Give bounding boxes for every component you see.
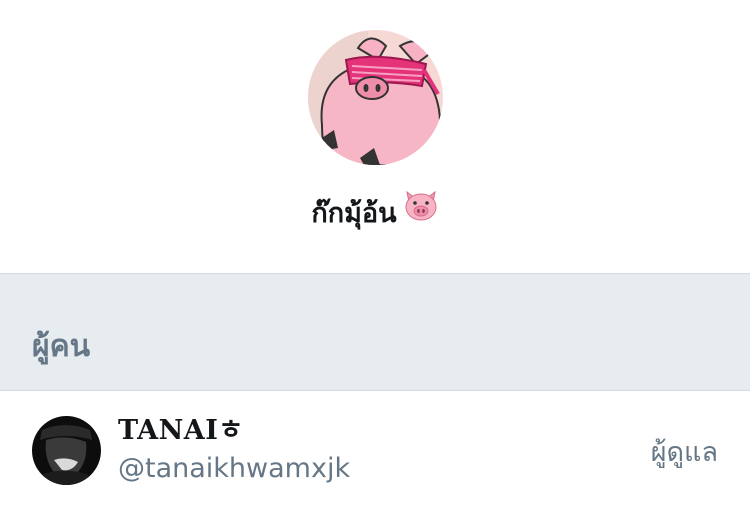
member-handle: @tanaikhwamxjk <box>118 453 351 484</box>
pig-sunglasses-avatar-image <box>308 30 443 165</box>
group-name: ก๊กมุ้อ้น <box>0 190 750 236</box>
member-avatar-image <box>32 416 101 485</box>
group-profile-header: ก๊กมุ้อ้น <box>0 0 750 273</box>
avatar[interactable] <box>32 416 101 485</box>
member-display-name: TANAIㅎ <box>118 415 244 446</box>
members-section-title: ผู้คน <box>32 329 91 364</box>
pig-face-icon <box>403 188 439 236</box>
group-name-text: ก๊กมุ้อ้น <box>311 198 397 229</box>
group-avatar[interactable] <box>308 30 443 165</box>
member-role-badge: ผู้ดูแล <box>650 437 718 468</box>
members-section-header: ผู้คน <box>0 273 750 391</box>
member-row[interactable]: TANAIㅎ @tanaikhwamxjk ผู้ดูแล <box>0 391 750 510</box>
